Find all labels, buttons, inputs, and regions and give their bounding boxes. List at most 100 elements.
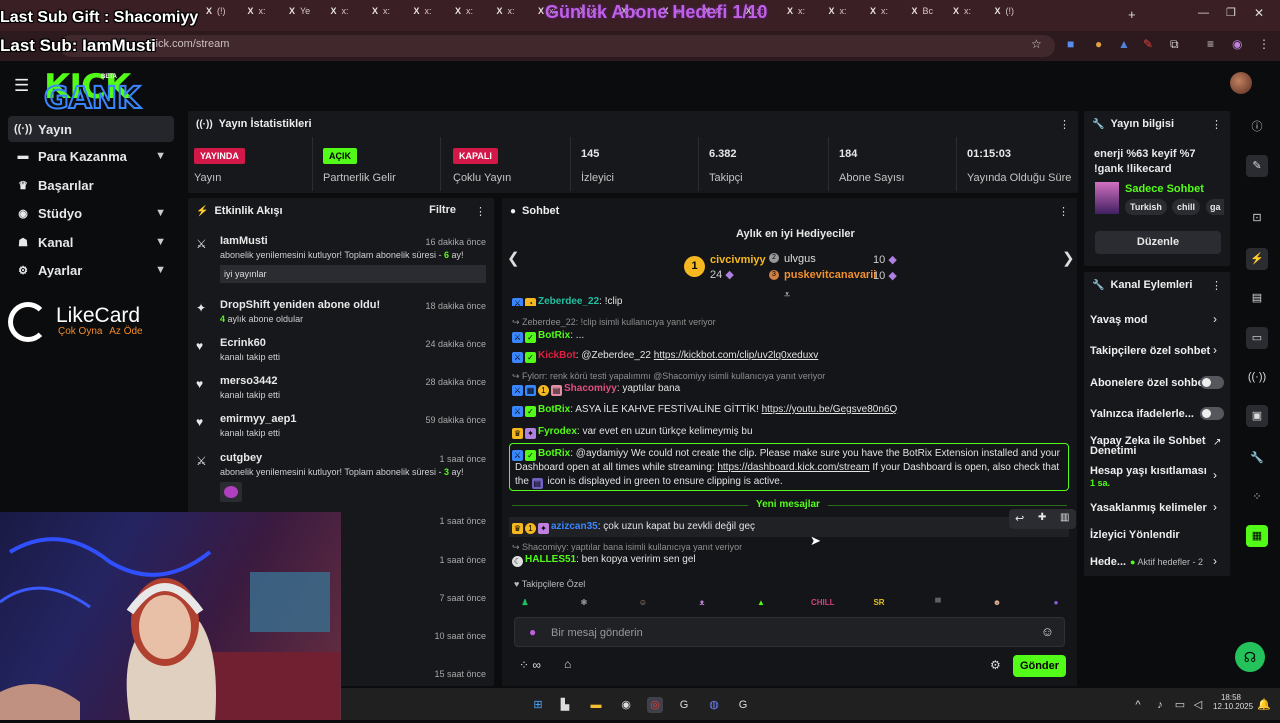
action-ai-moderation-line2[interactable]: Denetimi	[1090, 445, 1136, 457]
browser-tab[interactable]: Xx:	[785, 6, 825, 24]
chrome-icon[interactable]: ◎	[647, 697, 663, 713]
browser-tab[interactable]: X Bc	[910, 6, 950, 24]
edit-stream-info-button[interactable]: Düzenle	[1095, 231, 1221, 254]
event-name[interactable]: merso3442	[220, 375, 278, 387]
layout-icon[interactable]: ▣	[1246, 405, 1268, 427]
action-goals[interactable]: Hede...	[1090, 556, 1126, 568]
points-icon[interactable]: ⁘ ∞	[519, 658, 541, 672]
volume-icon[interactable]: ◁	[1190, 697, 1206, 713]
extension-icon[interactable]: ✎	[1143, 37, 1153, 51]
browser-tab[interactable]: X (!)	[993, 6, 1033, 24]
support-headset-icon[interactable]: ☊	[1235, 642, 1265, 672]
points-icon[interactable]: ⁘	[1246, 486, 1268, 508]
sidebar-item-yayin[interactable]: ((·)) Yayın	[8, 116, 174, 142]
action-raid[interactable]: İzleyici Yönlendir	[1090, 529, 1180, 541]
app-g-icon[interactable]: G	[735, 697, 751, 713]
event-name[interactable]: IamMusti	[220, 235, 268, 247]
notifications-icon[interactable]: 🔔	[1256, 697, 1272, 713]
among-us-emote[interactable]: ♟	[516, 595, 534, 611]
event-name[interactable]: cutgbey	[220, 452, 262, 464]
chill-emote[interactable]: CHILL	[811, 595, 835, 611]
sr-emote[interactable]: SR	[870, 595, 888, 611]
tray-chevron-icon[interactable]: ^	[1130, 697, 1146, 713]
chevron-right-icon[interactable]: ›	[1213, 312, 1217, 326]
action-account-age[interactable]: Hesap yaşı kısıtlaması	[1090, 465, 1207, 477]
hat-emote[interactable]: ▀	[929, 595, 947, 611]
app-icon[interactable]: ◉	[618, 697, 634, 713]
file-explorer-icon[interactable]: ▬	[588, 697, 604, 713]
kebab-menu-icon[interactable]: ⋮	[1059, 118, 1070, 131]
chevron-right-icon[interactable]: ›	[1213, 468, 1217, 482]
browser-tab[interactable]: Xx:	[370, 6, 410, 24]
reply-icon[interactable]: ↩	[1015, 512, 1024, 525]
tag-pill[interactable]: ga	[1206, 199, 1224, 215]
network-icon[interactable]: ▭	[1172, 697, 1188, 713]
discord-icon[interactable]: ◍	[706, 697, 722, 713]
chevron-right-icon[interactable]: ›	[1213, 554, 1217, 568]
browser-tab[interactable]: Xx:	[453, 6, 493, 24]
extensions-puzzle-icon[interactable]: ⧉	[1170, 37, 1179, 52]
pin-icon[interactable]: ✚	[1038, 512, 1046, 523]
action-followers-only[interactable]: Takipçilere özel sohbet	[1090, 345, 1210, 357]
action-subscribers-only[interactable]: Abonelere özel sohbet	[1090, 377, 1207, 389]
gifter-name[interactable]: puskevitcanavarii	[784, 269, 876, 281]
browser-menu-icon[interactable]: ⋮	[1258, 37, 1270, 51]
category-name[interactable]: Sadece Sohbet	[1125, 183, 1204, 195]
tag-pill[interactable]: chill	[1172, 199, 1201, 215]
emoji-picker-icon[interactable]: ☺	[1041, 624, 1054, 639]
windows-start-icon[interactable]: ⊞	[530, 697, 546, 713]
browser-tab[interactable]: Xx:	[329, 6, 369, 24]
extension-icon[interactable]: ▲	[1118, 37, 1130, 51]
delete-icon[interactable]: ▥	[1060, 512, 1069, 523]
browser-tab[interactable]: Xx:	[495, 6, 535, 24]
chevron-left-icon[interactable]: ❮	[507, 249, 520, 267]
external-link-icon[interactable]: ↗	[1213, 437, 1221, 448]
browser-tab[interactable]: Xx:	[868, 6, 908, 24]
new-tab-icon[interactable]: +	[1128, 7, 1136, 22]
close-window-icon[interactable]: ✕	[1254, 6, 1264, 20]
kebab-menu-icon[interactable]: ⋮	[475, 205, 486, 218]
ghost-emote[interactable]: ●	[1047, 595, 1065, 611]
gifter-name[interactable]: ulvgus	[784, 253, 816, 265]
kebab-menu-icon[interactable]: ⋮	[1211, 118, 1222, 131]
chat-input-box[interactable]: ● Bir mesaj gönderin ☺	[514, 617, 1065, 647]
extension-icon[interactable]: ●	[1095, 37, 1102, 51]
event-name[interactable]: Ecrink60	[220, 337, 266, 349]
minimize-icon[interactable]: —	[1198, 7, 1209, 19]
document-icon[interactable]: ▤	[1246, 287, 1268, 309]
browser-tab[interactable]: X (!)	[204, 6, 244, 24]
sidebar-item-para-kazanma[interactable]: ▬ Para Kazanma ▼	[8, 143, 174, 169]
cat-emote[interactable]: ᴥ	[693, 595, 711, 611]
filter-button[interactable]: Filtre	[429, 204, 456, 216]
gifter-name[interactable]: civcivmiyy	[710, 254, 766, 266]
send-button[interactable]: Gönder	[1013, 655, 1066, 677]
camera-icon[interactable]: ⊡	[1246, 207, 1268, 229]
kick-bot-icon[interactable]: ▦	[1246, 525, 1268, 547]
translate-icon[interactable]: ■	[1067, 37, 1074, 51]
address-bar-url[interactable]: kick.com/stream	[150, 38, 229, 50]
wrench-icon[interactable]: 🔧	[1246, 447, 1268, 469]
restore-icon[interactable]: ❐	[1226, 6, 1236, 19]
action-banned-words[interactable]: Yasaklanmış kelimeler	[1090, 502, 1207, 514]
user-avatar[interactable]	[1230, 72, 1252, 94]
app-g-icon[interactable]: G	[676, 697, 692, 713]
microphone-tray-icon[interactable]: ♪	[1152, 697, 1168, 713]
action-slow-mode[interactable]: Yavaş mod	[1090, 314, 1147, 326]
event-name[interactable]: emirmyy_aep1	[220, 413, 296, 425]
chat-link[interactable]: https://kickbot.com/clip/uv2lq0xeduxv	[654, 350, 819, 361]
sidebar-item-studyo[interactable]: ◉ Stüdyo ▼	[8, 200, 174, 226]
chat-settings-icon[interactable]: ⚙	[990, 658, 1001, 672]
collapse-gifters-icon[interactable]: ⩡	[784, 289, 790, 302]
sidebar-item-basarilar[interactable]: ♛ Başarılar	[8, 172, 174, 198]
info-icon[interactable]: ⓘ	[1246, 116, 1268, 138]
kick-emote[interactable]: ▲	[752, 595, 770, 611]
chat-input-placeholder[interactable]: Bir mesaj gönderin	[551, 627, 643, 639]
microphone-icon[interactable]: ●	[529, 625, 536, 639]
broadcast-icon[interactable]: ((·))	[1246, 366, 1268, 388]
spider-emote[interactable]: ✱	[575, 595, 593, 611]
chat-link[interactable]: https://dashboard.kick.com/stream	[717, 462, 869, 473]
tag-pill[interactable]: Turkish	[1125, 199, 1167, 215]
profile-icon[interactable]: ◉	[1232, 37, 1242, 51]
girl-emote[interactable]: ☻	[988, 595, 1006, 611]
face-emote[interactable]: ☺	[634, 595, 652, 611]
